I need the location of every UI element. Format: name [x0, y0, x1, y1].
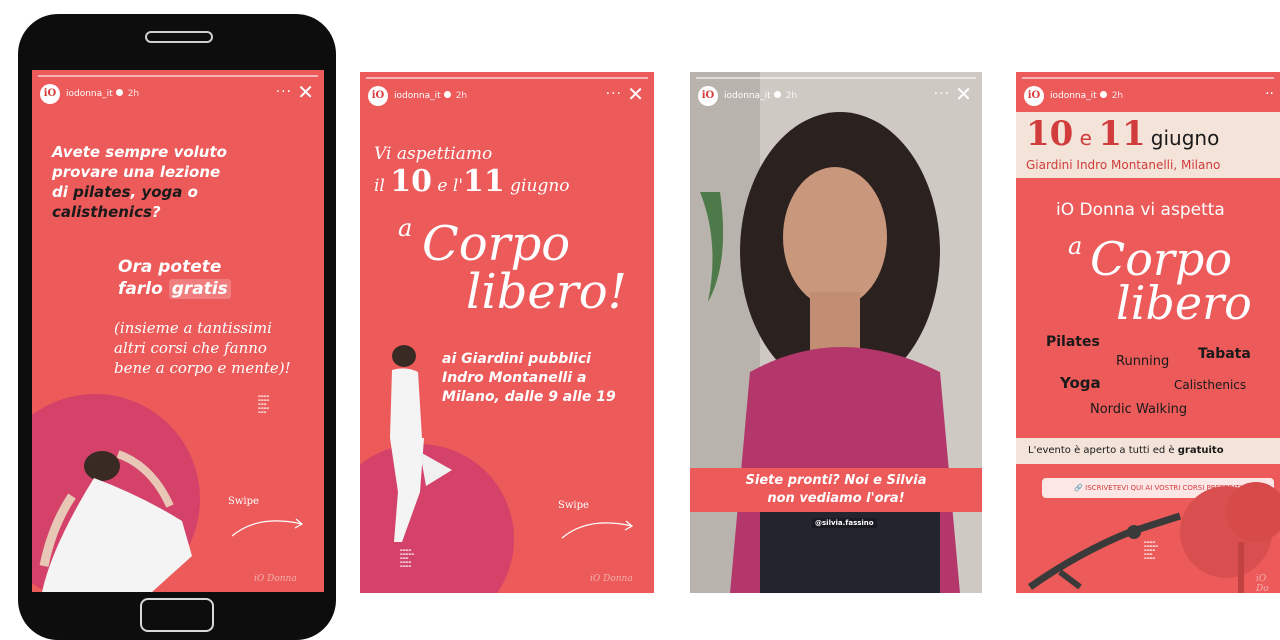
- brand-signature: iO Do: [1256, 574, 1269, 593]
- yoga-figure-illustration: [390, 345, 452, 542]
- story-progress-bar: [1022, 77, 1274, 79]
- story2-dates: il 10 e l'11 giugno: [374, 164, 570, 199]
- swipe-arrow-icon: [561, 520, 634, 539]
- story1-offer: Ora potete farlo gratis: [118, 256, 231, 300]
- story2-title-libero: libero!: [466, 264, 627, 320]
- account-username[interactable]: iodonna_it: [66, 89, 113, 99]
- close-icon[interactable]: ✕: [627, 82, 644, 106]
- keyword-pilates: pilates: [73, 183, 131, 201]
- course-nordic-walking: Nordic Walking: [1090, 402, 1188, 417]
- story4-title-libero: libero: [1116, 276, 1252, 330]
- story3-caption: Siete pronti? Noi e Silvia non vediamo l…: [690, 468, 982, 512]
- yoga-figure-illustration: [39, 450, 192, 592]
- date-banner: 10 e 11 giugno Giardini Indro Montanelli…: [1016, 112, 1280, 178]
- course-running: Running: [1116, 354, 1170, 369]
- story2-credits: ▬▬▬▬ ▬▬▬▬▬ ▬▬▬ ▬▬▬▬ ▬▬▬▬: [400, 548, 415, 568]
- mention-tag[interactable]: @silvia.fassino: [812, 518, 877, 528]
- more-icon[interactable]: ···: [276, 84, 292, 100]
- story-progress-bar: [366, 77, 648, 79]
- story-4[interactable]: iO iodonna_it 2h ·· 10 e 11 giugno Giardi…: [1016, 72, 1280, 593]
- question-line: provare una lezione: [52, 163, 221, 181]
- phone-speaker: [145, 31, 213, 43]
- story-2[interactable]: iO iodonna_it 2h ··· ✕ Vi aspettiamo il 1…: [360, 72, 654, 593]
- event-location: Giardini Indro Montanelli, Milano: [1026, 158, 1221, 172]
- close-icon[interactable]: ✕: [955, 82, 972, 106]
- course-pilates: Pilates: [1046, 334, 1100, 350]
- story1-question: Avete sempre voluto provare una lezione …: [52, 143, 227, 221]
- story-header: iO iodonna_it 2h ··: [1024, 86, 1274, 108]
- account-avatar[interactable]: iO: [1024, 86, 1044, 106]
- account-avatar[interactable]: iO: [40, 84, 60, 104]
- story-header: iO iodonna_it 2h ··· ✕: [698, 82, 974, 108]
- story2-a: a: [398, 214, 413, 242]
- account-username[interactable]: iodonna_it: [1050, 91, 1097, 101]
- story-header: iO iodonna_it 2h ··· ✕: [368, 82, 646, 108]
- swipe-label[interactable]: Swipe: [228, 496, 259, 507]
- brand-signature: iO Donna: [590, 574, 633, 584]
- post-time: 2h: [455, 91, 468, 101]
- post-time: 2h: [785, 91, 798, 101]
- account-avatar[interactable]: iO: [698, 86, 718, 106]
- story-progress-bar: [696, 77, 976, 79]
- more-icon[interactable]: ··: [1265, 86, 1274, 102]
- story-header: iO iodonna_it 2h ··· ✕: [40, 80, 316, 106]
- question-line: Avete sempre voluto: [52, 143, 227, 161]
- swipe-label[interactable]: Swipe: [558, 500, 589, 511]
- story1-note: (insieme a tantissimi altri corsi che fa…: [114, 319, 291, 377]
- more-icon[interactable]: ···: [606, 86, 622, 102]
- story-3[interactable]: iO iodonna_it 2h ··· ✕ Siete pronti? Noi …: [690, 72, 982, 593]
- story4-a: a: [1068, 232, 1083, 260]
- story4-credits: ▬▬▬▬ ▬▬▬▬▬ ▬▬▬▬ ▬▬▬ ▬▬▬▬: [1144, 540, 1159, 560]
- course-yoga: Yoga: [1060, 374, 1101, 392]
- course-tabata: Tabata: [1198, 346, 1251, 362]
- verified-badge-icon: [115, 89, 123, 96]
- story2-invite: Vi aspettiamo: [374, 144, 493, 164]
- verified-badge-icon: [1099, 91, 1107, 98]
- link-icon: 🔗: [1074, 484, 1086, 492]
- account-avatar[interactable]: iO: [368, 86, 388, 106]
- story-1[interactable]: iO iodonna_it 2h ··· ✕ Avete sempre volut…: [32, 70, 324, 592]
- keyword-calisthenics: calisthenics: [52, 203, 152, 221]
- woman-photo: [690, 72, 982, 593]
- post-time: 2h: [1111, 91, 1124, 101]
- story2-location: ai Giardini pubblici Indro Montanelli a …: [442, 351, 616, 405]
- story4-dates: 10 e 11 giugno: [1026, 114, 1220, 154]
- close-icon[interactable]: ✕: [297, 80, 314, 104]
- course-calisthenics: Calisthenics: [1174, 378, 1247, 392]
- post-time: 2h: [127, 89, 140, 99]
- verified-badge-icon: [773, 91, 781, 98]
- story4-tagline: iO Donna vi aspetta: [1056, 200, 1225, 220]
- story2-title-corpo: Corpo: [422, 216, 571, 272]
- verified-badge-icon: [443, 91, 451, 98]
- account-username[interactable]: iodonna_it: [724, 91, 771, 101]
- more-icon[interactable]: ···: [934, 86, 950, 102]
- phone-home-button[interactable]: [140, 598, 214, 632]
- brand-signature: iO Donna: [254, 574, 297, 584]
- story-progress-bar: [38, 75, 318, 77]
- account-username[interactable]: iodonna_it: [394, 91, 441, 101]
- keyword-yoga: yoga: [141, 183, 183, 201]
- swipe-arrow-icon: [231, 518, 304, 537]
- story1-credits: ▬▬▬▬ ▬▬▬▬ ▬▬▬ ▬▬▬▬ ▬▬▬: [258, 394, 270, 414]
- keyword-gratis: gratis: [168, 279, 231, 299]
- stretching-figure-illustration: [1027, 512, 1182, 590]
- open-event-notice: L'evento è aperto a tutti ed è gratuito: [1016, 438, 1280, 464]
